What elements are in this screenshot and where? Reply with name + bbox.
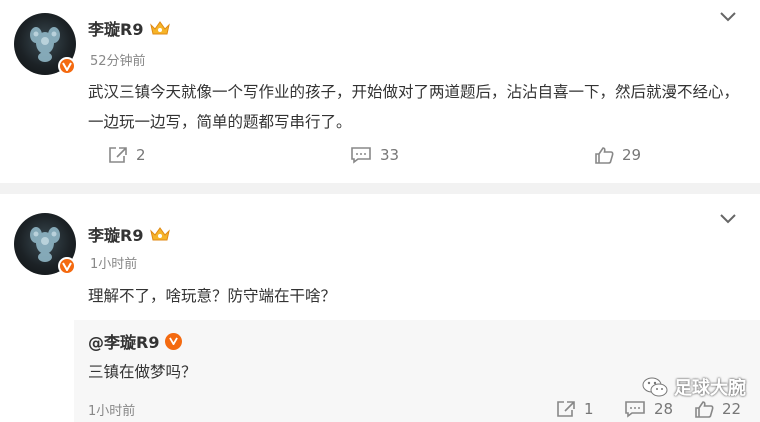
- verified-badge-icon: [58, 57, 76, 75]
- post-separator: [0, 183, 760, 194]
- author-name[interactable]: 李璇R9: [88, 222, 143, 246]
- crown-badge-icon: [150, 21, 171, 35]
- comment-button[interactable]: 33: [350, 146, 399, 164]
- post-time: 52分钟前: [90, 54, 146, 69]
- comment-count: 33: [380, 146, 400, 164]
- author-name[interactable]: 李璇R9: [88, 16, 143, 40]
- chevron-down-icon[interactable]: [720, 214, 736, 224]
- like-button[interactable]: 29: [594, 146, 641, 164]
- chevron-down-icon[interactable]: [720, 12, 736, 22]
- like-count: 29: [622, 146, 642, 164]
- avatar[interactable]: [14, 13, 76, 75]
- reposted-author-row: @李璇R9: [88, 329, 183, 353]
- reposted-time: 1小时前: [88, 404, 136, 419]
- author-row: 李璇R9: [88, 222, 171, 246]
- like-count: 22: [722, 400, 742, 418]
- comment-icon: [351, 147, 371, 164]
- repost-count: 1: [584, 400, 594, 418]
- like-icon: [595, 147, 614, 164]
- comment-button[interactable]: 28: [624, 400, 673, 418]
- author-row: 李璇R9: [88, 16, 171, 40]
- verified-badge-icon: [58, 257, 76, 275]
- post-time: 1小时前: [90, 257, 138, 272]
- reposted-content: 三镇在做梦吗？: [88, 363, 197, 381]
- crown-badge-icon: [150, 227, 171, 241]
- repost-count: 2: [136, 146, 146, 164]
- repost-button[interactable]: 2: [108, 146, 146, 164]
- repost-button[interactable]: 1: [556, 400, 594, 418]
- watermark-text: 足球大腕: [674, 378, 746, 399]
- reposted-author-name[interactable]: @李璇R9: [88, 329, 159, 353]
- avatar[interactable]: [14, 213, 76, 275]
- comment-icon: [625, 401, 645, 418]
- wechat-icon: [642, 377, 668, 397]
- post-content: 理解不了，啥玩意？防守端在干啥？: [88, 287, 337, 305]
- comment-count: 28: [654, 400, 674, 418]
- verified-badge-icon: [165, 332, 183, 350]
- repost-icon: [109, 147, 127, 163]
- repost-icon: [557, 401, 575, 417]
- watermark: 足球大腕: [642, 374, 746, 400]
- like-icon: [695, 401, 714, 418]
- like-button[interactable]: 22: [694, 400, 741, 418]
- weibo-post-1: 李璇R9 52分钟前 武汉三镇今天就像一个写作业的孩子，开始做对了两道题后，沾沾…: [0, 0, 760, 183]
- post-content: 武汉三镇今天就像一个写作业的孩子，开始做对了两道题后，沾沾自喜一下，然后就漫不经…: [88, 83, 740, 131]
